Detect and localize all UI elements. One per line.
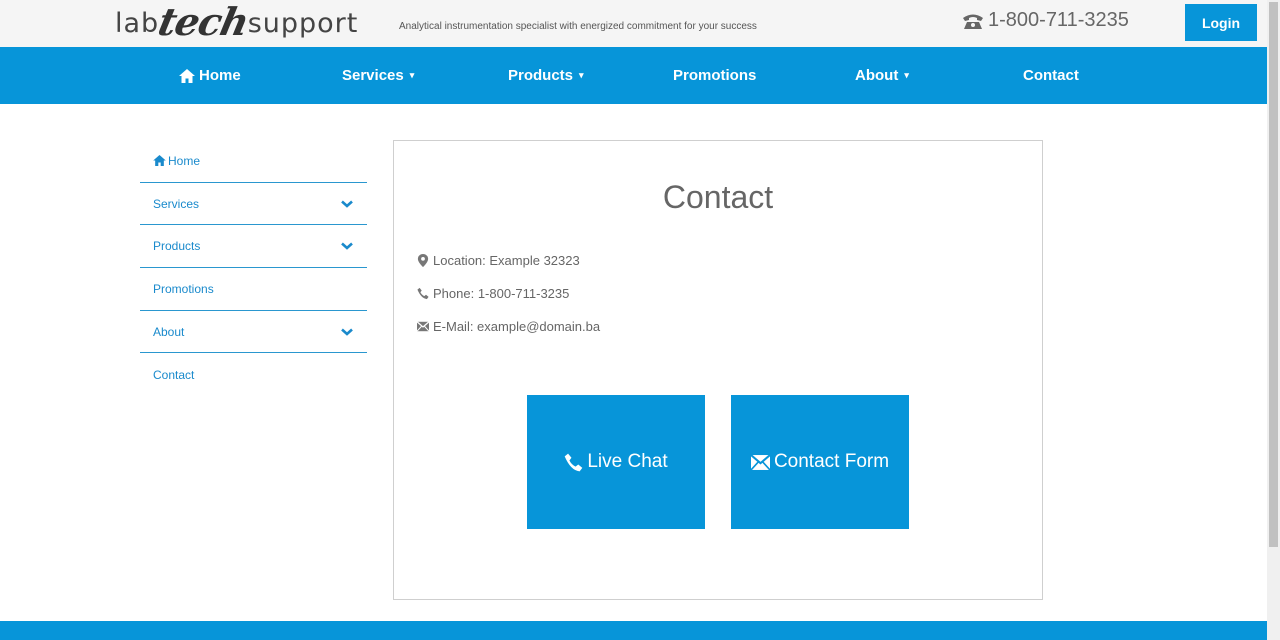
page-title: Contact	[662, 179, 774, 215]
caret-down-icon: ▾	[904, 70, 909, 80]
telephone-icon	[963, 14, 983, 29]
logo-lab: lab	[115, 8, 160, 39]
main-nav: Home Services ▾ Products ▾ Promotions Ab…	[0, 47, 1267, 104]
sidebar-item-label: About	[153, 324, 185, 339]
vertical-scrollbar[interactable]	[1267, 0, 1280, 640]
chevron-down-icon[interactable]	[341, 328, 353, 336]
nav-products-label: Products	[508, 67, 574, 84]
sidebar-item-services[interactable]: Services	[140, 183, 367, 226]
sidebar-item-label: Contact	[153, 367, 195, 382]
map-marker-icon	[417, 254, 429, 267]
nav-promotions[interactable]: Promotions	[673, 47, 756, 104]
site-logo[interactable]: lab tech support	[115, 0, 358, 47]
nav-products[interactable]: Products ▾	[508, 47, 584, 104]
phone-info: Phone: 1-800-711-3235	[417, 286, 569, 301]
nav-promotions-label: Promotions	[673, 67, 757, 84]
logo-tech: tech	[154, 0, 253, 44]
sidebar: Home Services Products Promotions About …	[140, 140, 367, 396]
nav-services-label: Services	[342, 67, 404, 84]
sidebar-item-label: Products	[153, 239, 201, 254]
envelope-icon	[417, 321, 429, 332]
contact-form-label: Contact Form	[773, 451, 890, 472]
nav-contact[interactable]: Contact	[1023, 47, 1079, 104]
location-info: Location: Example 32323	[417, 253, 580, 268]
nav-home-label: Home	[199, 67, 241, 84]
footer-bar	[0, 621, 1267, 640]
header-phone[interactable]: 1-800-711-3235	[962, 9, 1129, 32]
sidebar-item-label: Promotions	[153, 281, 214, 296]
caret-down-icon: ▾	[409, 70, 415, 80]
header-phone-number: 1-800-711-3235	[988, 9, 1129, 31]
logo-support: support	[247, 8, 359, 39]
phone-icon	[565, 453, 583, 471]
nav-home[interactable]: Home	[179, 47, 241, 104]
top-bar: lab tech support Analytical instrumentat…	[0, 0, 1267, 47]
nav-contact-label: Contact	[1023, 67, 1079, 84]
sidebar-item-label: Home	[168, 153, 201, 168]
contact-panel: Contact Location: Example 32323 Phone: 1…	[393, 140, 1043, 600]
login-button[interactable]: Login	[1185, 4, 1257, 41]
sidebar-item-products[interactable]: Products	[140, 225, 367, 269]
sidebar-item-contact[interactable]: Contact	[140, 353, 367, 396]
phone-text: Phone: 1-800-711-3235	[433, 286, 570, 301]
sidebar-item-about[interactable]: About	[140, 311, 367, 354]
phone-icon	[417, 287, 429, 300]
email-info: E-Mail: example@domain.ba	[417, 319, 600, 334]
caret-down-icon: ▾	[579, 70, 584, 80]
contact-form-button[interactable]: Contact Form	[731, 395, 909, 529]
chevron-down-icon[interactable]	[341, 242, 353, 250]
live-chat-button[interactable]: Live Chat	[527, 395, 705, 529]
nav-about-label: About	[855, 67, 899, 84]
chevron-down-icon[interactable]	[341, 200, 353, 208]
home-icon	[179, 68, 195, 83]
location-text: Location: Example 32323	[433, 253, 580, 268]
nav-about[interactable]: About ▾	[855, 47, 909, 104]
home-icon	[153, 155, 166, 167]
email-text: E-Mail: example@domain.ba	[433, 319, 601, 334]
sidebar-item-label: Services	[153, 196, 200, 211]
nav-services[interactable]: Services ▾	[342, 47, 414, 104]
envelope-icon	[750, 453, 770, 471]
sidebar-item-home[interactable]: Home	[140, 140, 367, 183]
tagline: Analytical instrumentation specialist wi…	[399, 21, 757, 32]
sidebar-item-promotions[interactable]: Promotions	[140, 268, 367, 311]
live-chat-label: Live Chat	[587, 451, 668, 472]
scrollbar-thumb[interactable]	[1269, 2, 1278, 547]
